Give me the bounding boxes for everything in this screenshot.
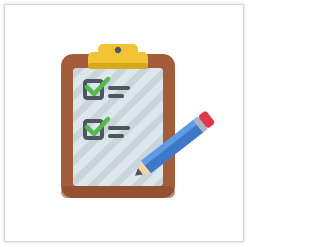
clipboard-checklist-icon [0, 0, 250, 247]
clip-icon [88, 44, 148, 69]
paper-stripe [0, 68, 63, 186]
paper-stripe [219, 68, 250, 186]
checklist-line [108, 134, 124, 138]
checklist-line [108, 126, 130, 130]
checklist-line [108, 86, 130, 90]
paper-stripe [241, 68, 250, 186]
checklist-line [108, 94, 124, 98]
